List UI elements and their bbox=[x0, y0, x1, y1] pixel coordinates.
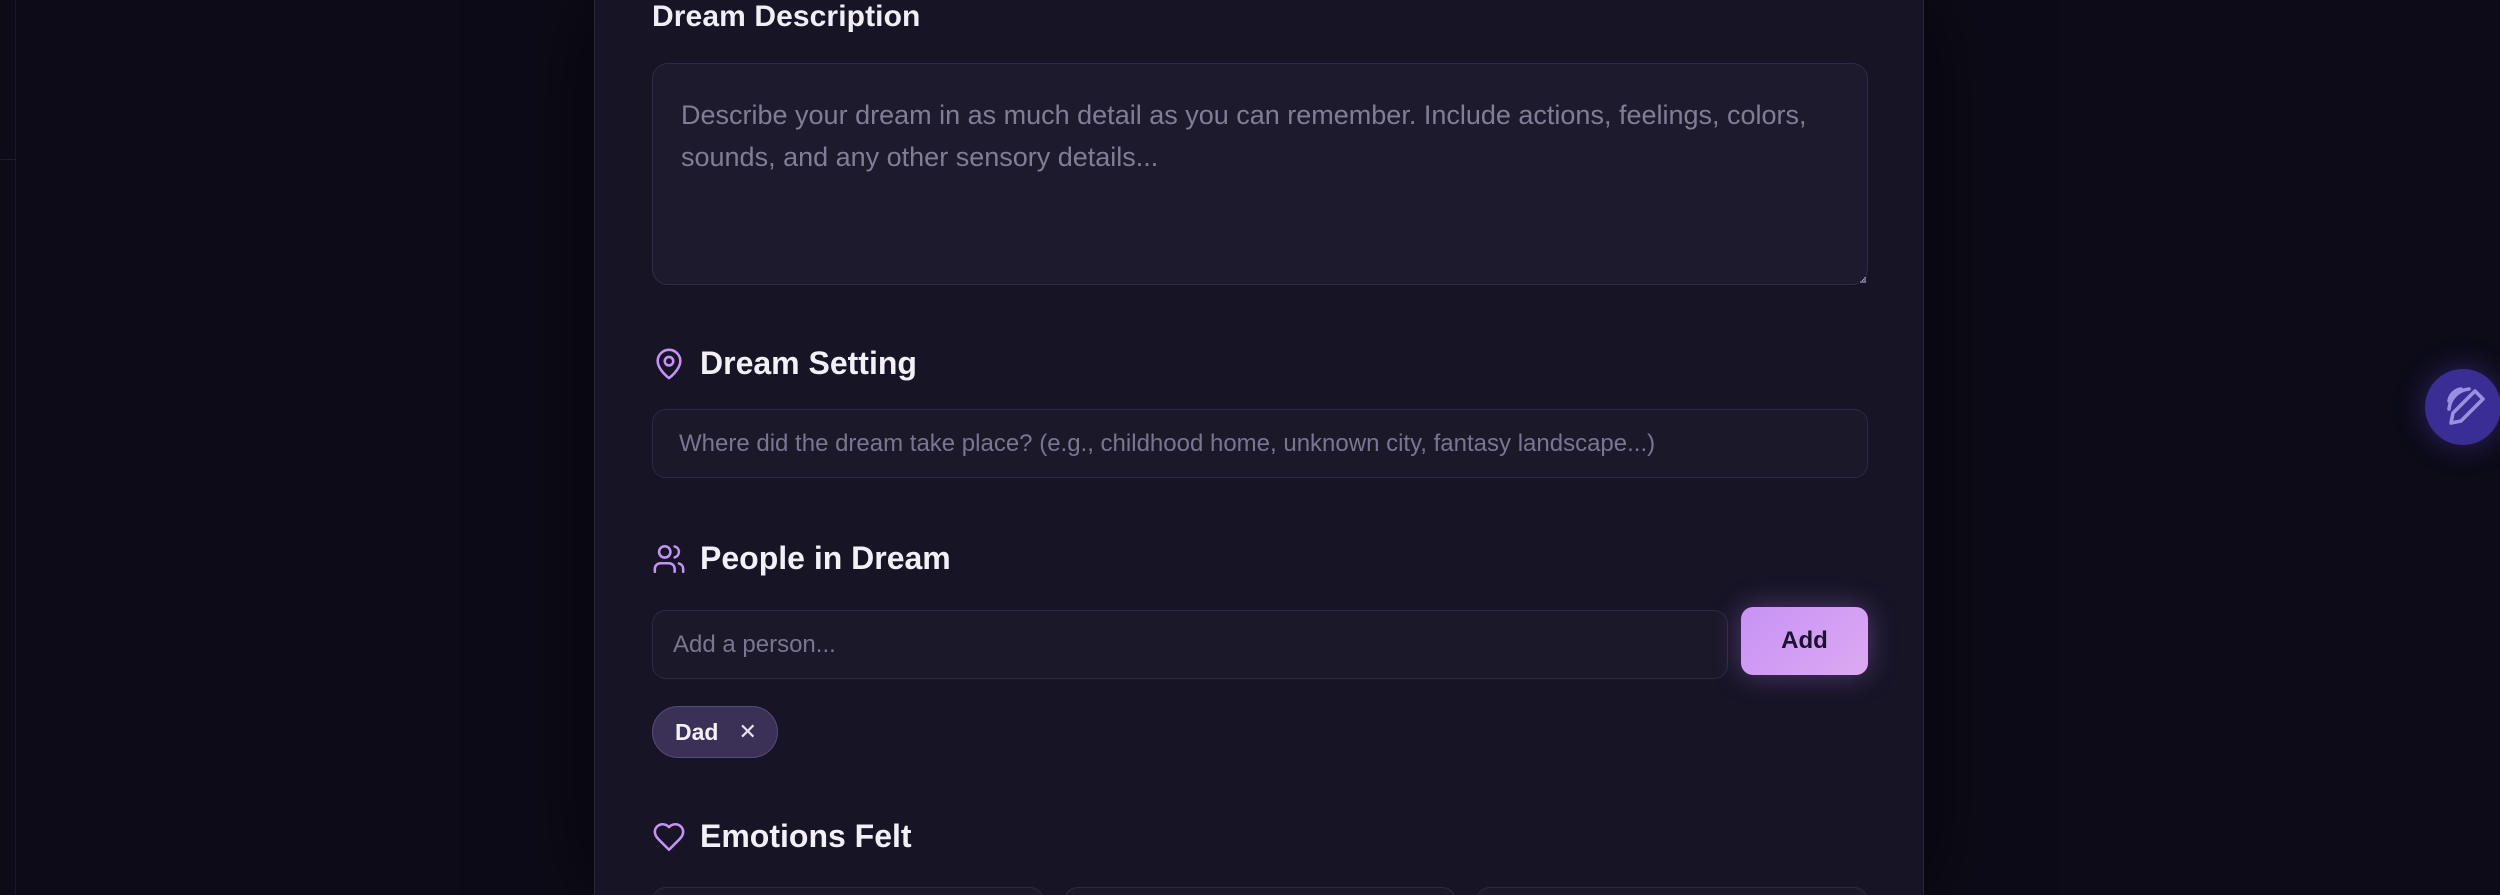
sidebar-edge bbox=[0, 0, 16, 895]
dream-setting-title: Dream Setting bbox=[700, 345, 917, 381]
app-page: Dream Description Dream Setting bbox=[0, 0, 2500, 895]
pencil-signal-icon bbox=[2447, 387, 2485, 425]
emotion-option[interactable] bbox=[1476, 887, 1868, 895]
emotions-felt-title: Emotions Felt bbox=[700, 818, 912, 854]
map-pin-icon bbox=[652, 347, 686, 381]
sidebar-divider bbox=[0, 159, 16, 160]
write-fab-button[interactable] bbox=[2425, 369, 2500, 445]
emotions-felt-heading: Emotions Felt bbox=[652, 818, 912, 855]
emotion-option[interactable] bbox=[1064, 887, 1456, 895]
person-tag-label: Dad bbox=[675, 718, 719, 745]
users-icon bbox=[652, 542, 686, 576]
dream-entry-form: Dream Description Dream Setting bbox=[594, 0, 1924, 895]
person-tag: Dad ✕ bbox=[652, 706, 778, 758]
add-person-button[interactable]: Add bbox=[1741, 607, 1868, 675]
dream-description-label: Dream Description bbox=[652, 0, 921, 33]
dream-description-textarea[interactable] bbox=[652, 63, 1868, 285]
dream-setting-input[interactable] bbox=[652, 409, 1868, 478]
emotion-options bbox=[652, 887, 1868, 895]
heart-icon bbox=[652, 820, 686, 854]
emotion-option[interactable] bbox=[652, 887, 1044, 895]
resize-handle-icon[interactable] bbox=[1860, 277, 1866, 283]
add-person-input[interactable] bbox=[652, 610, 1728, 679]
people-in-dream-title: People in Dream bbox=[700, 540, 951, 576]
people-in-dream-heading: People in Dream bbox=[652, 540, 951, 577]
close-icon[interactable]: ✕ bbox=[738, 721, 756, 743]
dream-setting-heading: Dream Setting bbox=[652, 345, 917, 382]
